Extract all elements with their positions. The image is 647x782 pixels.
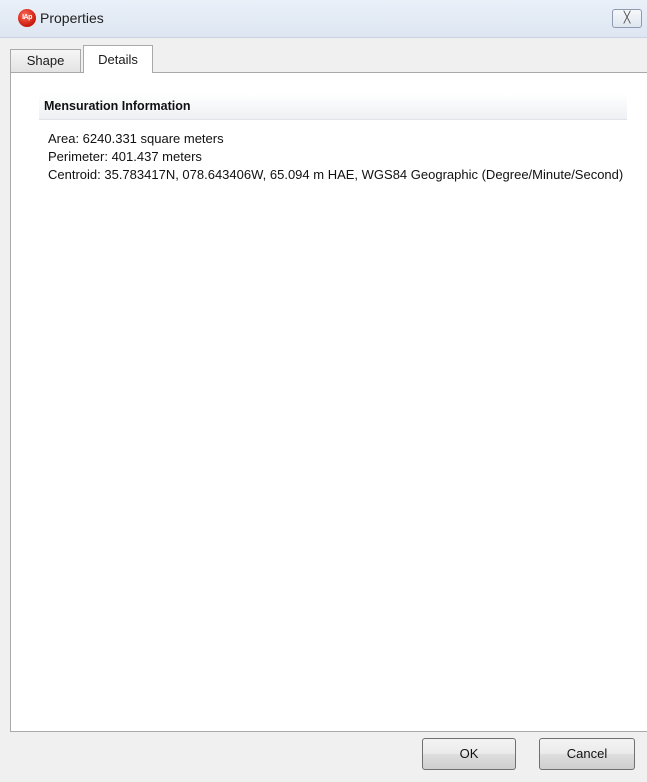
cancel-button[interactable]: Cancel: [539, 738, 635, 770]
app-logo-icon: IAp: [18, 9, 36, 27]
tab-details[interactable]: Details: [83, 45, 153, 73]
title-bar[interactable]: IAp Properties ╳: [0, 0, 647, 38]
dialog-footer: OK Cancel: [10, 732, 647, 782]
window-title: Properties: [40, 10, 104, 26]
close-icon: ╳: [623, 12, 631, 24]
ok-button[interactable]: OK: [422, 738, 516, 770]
perimeter-text: Perimeter: 401.437 meters: [48, 149, 202, 164]
tab-strip: Shape Details: [10, 45, 647, 73]
centroid-text: Centroid: 35.783417N, 078.643406W, 65.09…: [48, 167, 624, 182]
mensuration-info: Area: 6240.331 square meters Perimeter: …: [11, 123, 627, 203]
tab-shape[interactable]: Shape: [10, 49, 81, 72]
area-text: Area: 6240.331 square meters: [48, 131, 224, 146]
section-header-mensuration: Mensuration Information: [39, 94, 627, 120]
properties-dialog: IAp Properties ╳ Shape Details Mensurati…: [0, 0, 647, 782]
details-panel: Mensuration Information Area: 6240.331 s…: [10, 72, 647, 732]
close-button[interactable]: ╳: [612, 9, 642, 28]
